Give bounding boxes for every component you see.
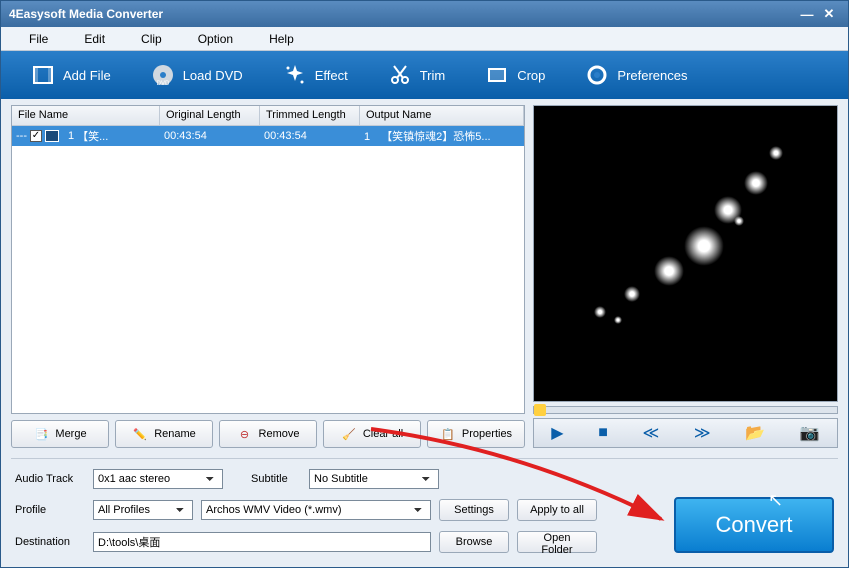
subtitle-label: Subtitle <box>251 473 301 485</box>
profile-select[interactable]: Archos WMV Video (*.wmv) <box>201 500 431 520</box>
destination-label: Destination <box>15 536 85 548</box>
titlebar: 4Easysoft Media Converter — ✕ <box>1 1 848 27</box>
addfile-label: Add File <box>63 68 111 83</box>
scissors-icon <box>388 63 412 87</box>
audiotrack-label: Audio Track <box>15 473 85 485</box>
preview-area <box>533 105 838 402</box>
openfolder-button[interactable]: Open Folder <box>517 531 597 553</box>
open-button[interactable]: 📂 <box>737 421 773 445</box>
player-controls: ▶ ■ ≪ ≫ 📂 📷 <box>533 418 838 448</box>
row-index: 1 <box>68 130 74 142</box>
remove-button[interactable]: ⊖Remove <box>219 420 317 448</box>
crop-button[interactable]: Crop <box>465 57 565 93</box>
file-table: File Name Original Length Trimmed Length… <box>11 105 525 414</box>
cell-outname: 1 【笑镇惊魂2】恐怖5... <box>360 126 524 146</box>
video-icon <box>45 130 59 142</box>
app-window: 4Easysoft Media Converter — ✕ File Edit … <box>0 0 849 568</box>
convert-button[interactable]: Convert <box>674 497 834 553</box>
menu-edit[interactable]: Edit <box>66 28 123 50</box>
menu-clip[interactable]: Clip <box>123 28 180 50</box>
crop-label: Crop <box>517 68 545 83</box>
effect-label: Effect <box>315 68 348 83</box>
addfile-button[interactable]: Add File <box>11 57 131 93</box>
seek-knob[interactable] <box>534 404 546 416</box>
cell-origlen: 00:43:54 <box>160 128 260 144</box>
trim-label: Trim <box>420 68 446 83</box>
profile-label: Profile <box>15 504 85 516</box>
seek-bar[interactable] <box>533 406 838 414</box>
menu-file[interactable]: File <box>11 28 66 50</box>
broom-icon: 🧹 <box>341 426 357 442</box>
content-area: File Name Original Length Trimmed Length… <box>1 99 848 458</box>
table-row[interactable]: --- ✓ 1 【笑... 00:43:54 00:43:54 1 【笑镇惊魂2… <box>12 126 524 146</box>
table-header: File Name Original Length Trimmed Length… <box>12 106 524 126</box>
merge-icon: 📑 <box>33 426 49 442</box>
browse-button[interactable]: Browse <box>439 531 509 553</box>
loaddvd-button[interactable]: DVD Load DVD <box>131 57 263 93</box>
cell-trimlen: 00:43:54 <box>260 128 360 144</box>
row-name: 【笑... <box>77 128 108 144</box>
row-checkbox[interactable]: ✓ <box>30 130 42 142</box>
rename-button[interactable]: ✏️Rename <box>115 420 213 448</box>
audiotrack-select[interactable]: 0x1 aac stereo <box>93 469 223 489</box>
effect-button[interactable]: Effect <box>263 57 368 93</box>
minimize-button[interactable]: — <box>796 6 818 22</box>
toolbar: Add File DVD Load DVD Effect Trim Crop P… <box>1 51 848 99</box>
prev-button[interactable]: ≪ <box>635 421 668 445</box>
trim-button[interactable]: Trim <box>368 57 466 93</box>
col-outname[interactable]: Output Name <box>360 106 524 125</box>
destination-input[interactable] <box>93 532 431 552</box>
cell-filename: --- ✓ 1 【笑... <box>12 126 160 146</box>
gear-icon <box>585 63 609 87</box>
properties-icon: 📋 <box>440 426 456 442</box>
preferences-label: Preferences <box>617 68 687 83</box>
menubar: File Edit Clip Option Help <box>1 27 848 51</box>
remove-icon: ⊖ <box>237 426 253 442</box>
play-button[interactable]: ▶ <box>543 421 571 445</box>
snapshot-button[interactable]: 📷 <box>792 421 828 445</box>
settings-area: Audio Track 0x1 aac stereo Subtitle No S… <box>1 459 848 567</box>
col-trimlen[interactable]: Trimmed Length <box>260 106 360 125</box>
settings-button[interactable]: Settings <box>439 499 509 521</box>
applyall-button[interactable]: Apply to all <box>517 499 597 521</box>
right-panel: ▶ ■ ≪ ≫ 📂 📷 <box>533 105 838 448</box>
settings-form: Audio Track 0x1 aac stereo Subtitle No S… <box>15 469 664 553</box>
preferences-button[interactable]: Preferences <box>565 57 707 93</box>
left-panel: File Name Original Length Trimmed Length… <box>11 105 525 448</box>
menu-option[interactable]: Option <box>180 28 251 50</box>
pencil-icon: ✏️ <box>132 426 148 442</box>
crop-icon <box>485 63 509 87</box>
col-filename[interactable]: File Name <box>12 106 160 125</box>
loaddvd-label: Load DVD <box>183 68 243 83</box>
action-buttons: 📑Merge ✏️Rename ⊖Remove 🧹Clear all 📋Prop… <box>11 420 525 448</box>
clearall-button[interactable]: 🧹Clear all <box>323 420 421 448</box>
col-origlen[interactable]: Original Length <box>160 106 260 125</box>
menu-help[interactable]: Help <box>251 28 312 50</box>
properties-button[interactable]: 📋Properties <box>427 420 525 448</box>
next-button[interactable]: ≫ <box>686 421 719 445</box>
subtitle-select[interactable]: No Subtitle <box>309 469 439 489</box>
sparkle-icon <box>283 63 307 87</box>
window-title: 4Easysoft Media Converter <box>9 7 796 21</box>
profile-category-select[interactable]: All Profiles <box>93 500 193 520</box>
dvd-icon: DVD <box>151 63 175 87</box>
stop-button[interactable]: ■ <box>590 422 616 444</box>
svg-text:DVD: DVD <box>156 81 169 87</box>
merge-button[interactable]: 📑Merge <box>11 420 109 448</box>
close-button[interactable]: ✕ <box>818 6 840 22</box>
film-icon <box>31 63 55 87</box>
